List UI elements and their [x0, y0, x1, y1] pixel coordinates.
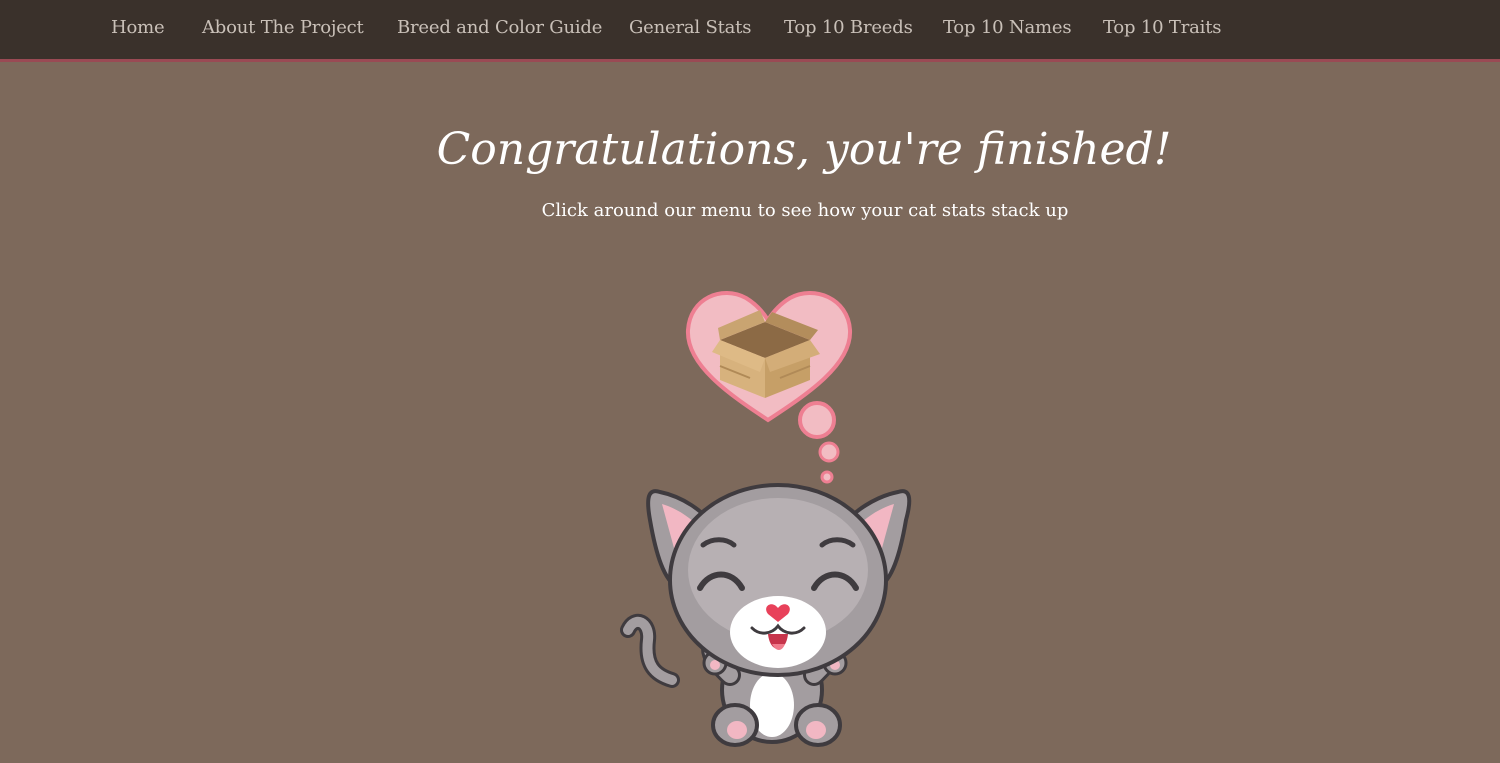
- nav-about-the-project[interactable]: About The Project: [202, 17, 364, 38]
- nav-general-stats[interactable]: General Stats: [629, 17, 751, 38]
- happy-cat-illustration: [620, 291, 912, 747]
- nav-top-10-traits[interactable]: Top 10 Traits: [1103, 17, 1221, 38]
- nav-home[interactable]: Home: [111, 17, 165, 38]
- page-subheading: Click around our menu to see how your ca…: [541, 200, 1069, 221]
- nav-top-10-breeds[interactable]: Top 10 Breeds: [784, 17, 913, 38]
- top-navbar: Home About The Project Breed and Color G…: [0, 0, 1500, 62]
- nav-top-10-names[interactable]: Top 10 Names: [943, 17, 1072, 38]
- page-headline: Congratulations, you're finished!: [436, 124, 1172, 175]
- nav-breed-and-color-guide[interactable]: Breed and Color Guide: [397, 17, 602, 38]
- cat-icon: [620, 483, 912, 747]
